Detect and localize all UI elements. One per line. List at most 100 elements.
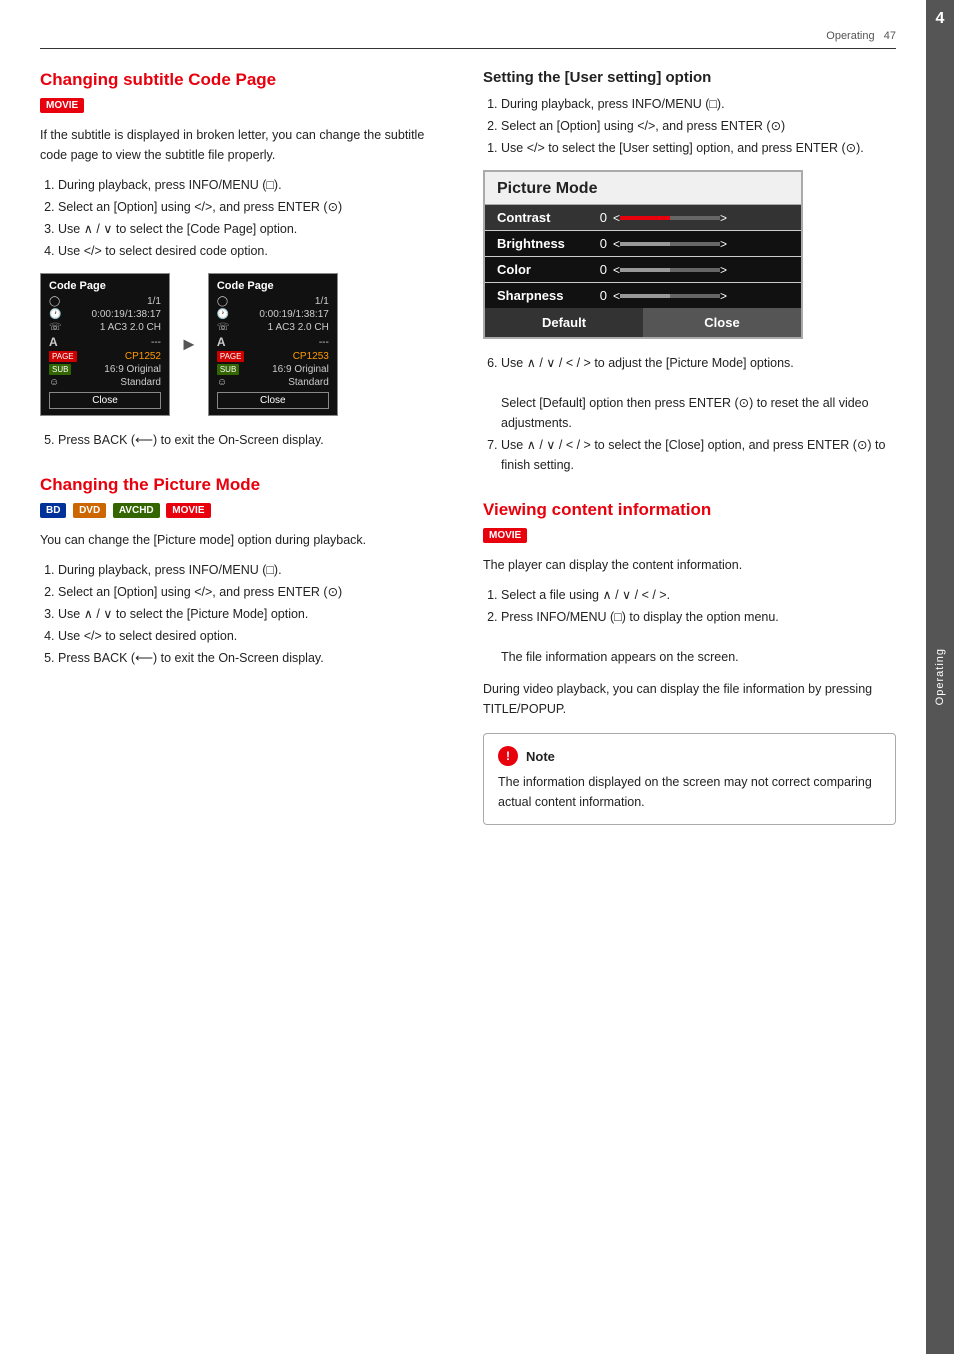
step-item: Press BACK (⟵) to exit the On-Screen dis…	[58, 648, 453, 668]
tab-label: Operating	[934, 648, 946, 705]
cp-badge-red: PAGE	[217, 351, 245, 362]
pm-brightness-value: 0	[587, 236, 607, 251]
cp-row: A ---	[49, 335, 161, 349]
step-item: Use ∧ / ∨ / < / > to select the [Close] …	[501, 435, 896, 475]
section1-steps: During playback, press INFO/MENU (□). Se…	[58, 175, 453, 261]
cp-row: ☏ 1 AC3 2.0 CH	[49, 322, 161, 333]
section1-title: Changing subtitle Code Page	[40, 69, 453, 91]
section-viewing-desc: The player can display the content infor…	[483, 555, 896, 575]
step-item: Use ∧ / ∨ / < / > to adjust the [Picture…	[501, 353, 896, 433]
step-item: During playback, press INFO/MENU (□).	[501, 94, 896, 114]
cp-right-close[interactable]: Close	[217, 392, 329, 409]
step-item: Select an [Option] using </>, and press …	[501, 116, 896, 136]
movie-badge3: MOVIE	[483, 528, 527, 543]
step-item: During playback, press INFO/MENU (□).	[58, 175, 453, 195]
cp-row: 🕐 0:00:19/1:38:17	[217, 309, 329, 320]
note-icon: !	[498, 746, 518, 766]
note-box: ! Note The information displayed on the …	[483, 733, 896, 825]
pm-sharpness-label: Sharpness	[497, 288, 587, 303]
user-setting-steps-proper: Use </> to select the [User setting] opt…	[501, 138, 896, 158]
step-item: Select an [Option] using </>, and press …	[58, 582, 453, 602]
cp-disc-text: 1/1	[315, 296, 329, 307]
pm-left-arrow4: <	[613, 289, 620, 303]
page-container: Operating 47 Changing subtitle Code Page…	[0, 0, 954, 1354]
arrow-right-icon: ►	[180, 334, 198, 355]
cp-cp1252: CP1252	[125, 351, 161, 362]
header-text: Operating	[826, 30, 874, 42]
pm-sharpness-row: Sharpness 0 < >	[485, 283, 801, 308]
user-setting-steps: During playback, press INFO/MENU (□). Se…	[501, 94, 896, 136]
section-viewing-content: Viewing content information MOVIE The pl…	[483, 499, 896, 825]
pm-left-arrow2: <	[613, 237, 620, 251]
cp-row: 🕐 0:00:19/1:38:17	[49, 309, 161, 320]
picture-mode-title: Picture Mode	[485, 172, 801, 205]
section-user-setting: Setting the [User setting] option During…	[483, 69, 896, 475]
cp-disc-icon: ◯	[49, 296, 60, 307]
section1-badge-row: MOVIE	[40, 97, 453, 113]
section-picture-mode: Changing the Picture Mode BD DVD AVCHD M…	[40, 474, 453, 668]
pm-left-arrow3: <	[613, 263, 620, 277]
default-button[interactable]: Default	[485, 308, 643, 337]
step-item: Use </> to select desired code option.	[58, 241, 453, 261]
cp-a-label: A	[217, 335, 226, 349]
pm-brightness-row: Brightness 0 < >	[485, 231, 801, 257]
bd-badge: BD	[40, 503, 66, 518]
pm-right-arrow4: >	[720, 289, 727, 303]
section-viewing-badge-row: MOVIE	[483, 527, 896, 543]
step-item: Use ∧ / ∨ to select the [Picture Mode] o…	[58, 604, 453, 624]
cp-a-label: A	[49, 335, 58, 349]
note-label: Note	[526, 749, 555, 764]
cp-row: PAGE CP1253	[217, 351, 329, 362]
pm-brightness-label: Brightness	[497, 236, 587, 251]
cp-row: ☺ Standard	[49, 377, 161, 388]
cp-standard: Standard	[288, 377, 329, 388]
viewing-steps: Select a file using ∧ / ∨ / < / >. Press…	[501, 585, 896, 667]
cp-row: SUB 16:9 Original	[217, 364, 329, 375]
cp-clock-text: 0:00:19/1:38:17	[259, 309, 329, 320]
dvd-badge: DVD	[73, 503, 106, 518]
pm-sharpness-value: 0	[587, 288, 607, 303]
cp-row: ☏ 1 AC3 2.0 CH	[217, 322, 329, 333]
cp-face-icon: ☺	[217, 377, 227, 388]
cp-left-close[interactable]: Close	[49, 392, 161, 409]
pm-footer: Default Close	[485, 308, 801, 337]
cp-badge-green: SUB	[217, 364, 239, 375]
cp-169: 16:9 Original	[104, 364, 161, 375]
step-item: Select an [Option] using </>, and press …	[58, 197, 453, 217]
cp-row: ☺ Standard	[217, 377, 329, 388]
cp-face-icon: ☺	[49, 377, 59, 388]
step-item: Use </> to select desired option.	[58, 626, 453, 646]
cp-badge-green: SUB	[49, 364, 71, 375]
right-column: Setting the [User setting] option During…	[483, 69, 896, 825]
pm-color-value: 0	[587, 262, 607, 277]
two-column-layout: Changing subtitle Code Page MOVIE If the…	[40, 69, 896, 825]
pm-bar3	[620, 268, 720, 272]
right-tab: 4 Operating	[926, 0, 954, 1354]
cp-standard: Standard	[120, 377, 161, 388]
note-text: The information displayed on the screen …	[498, 772, 881, 812]
main-content: Operating 47 Changing subtitle Code Page…	[0, 0, 926, 1354]
picture-mode-box: Picture Mode Contrast 0 < > Brightness	[483, 170, 803, 339]
section2-desc: You can change the [Picture mode] option…	[40, 530, 453, 550]
step-item: Press BACK (⟵) to exit the On-Screen dis…	[58, 430, 453, 450]
cp-left-title: Code Page	[49, 280, 161, 292]
cp-settings-text: 1 AC3 2.0 CH	[268, 322, 329, 333]
left-column: Changing subtitle Code Page MOVIE If the…	[40, 69, 453, 825]
pm-color-row: Color 0 < >	[485, 257, 801, 283]
page-header: Operating 47	[40, 30, 896, 49]
cp-row: A ---	[217, 335, 329, 349]
movie-badge2: MOVIE	[166, 503, 210, 518]
movie-badge: MOVIE	[40, 98, 84, 113]
page-number: 47	[884, 30, 896, 42]
pm-contrast-row: Contrast 0 < >	[485, 205, 801, 231]
cp-row: SUB 16:9 Original	[49, 364, 161, 375]
close-button[interactable]: Close	[643, 308, 801, 337]
user-setting-steps-6-7: Use ∧ / ∨ / < / > to adjust the [Picture…	[501, 353, 896, 475]
pm-right-arrow3: >	[720, 263, 727, 277]
cp-clock-text: 0:00:19/1:38:17	[91, 309, 161, 320]
pm-color-label: Color	[497, 262, 587, 277]
pm-bar4	[620, 294, 720, 298]
section1-step5: Press BACK (⟵) to exit the On-Screen dis…	[58, 430, 453, 450]
cp-disc-icon: ◯	[217, 296, 228, 307]
cp-settings-text: 1 AC3 2.0 CH	[100, 322, 161, 333]
